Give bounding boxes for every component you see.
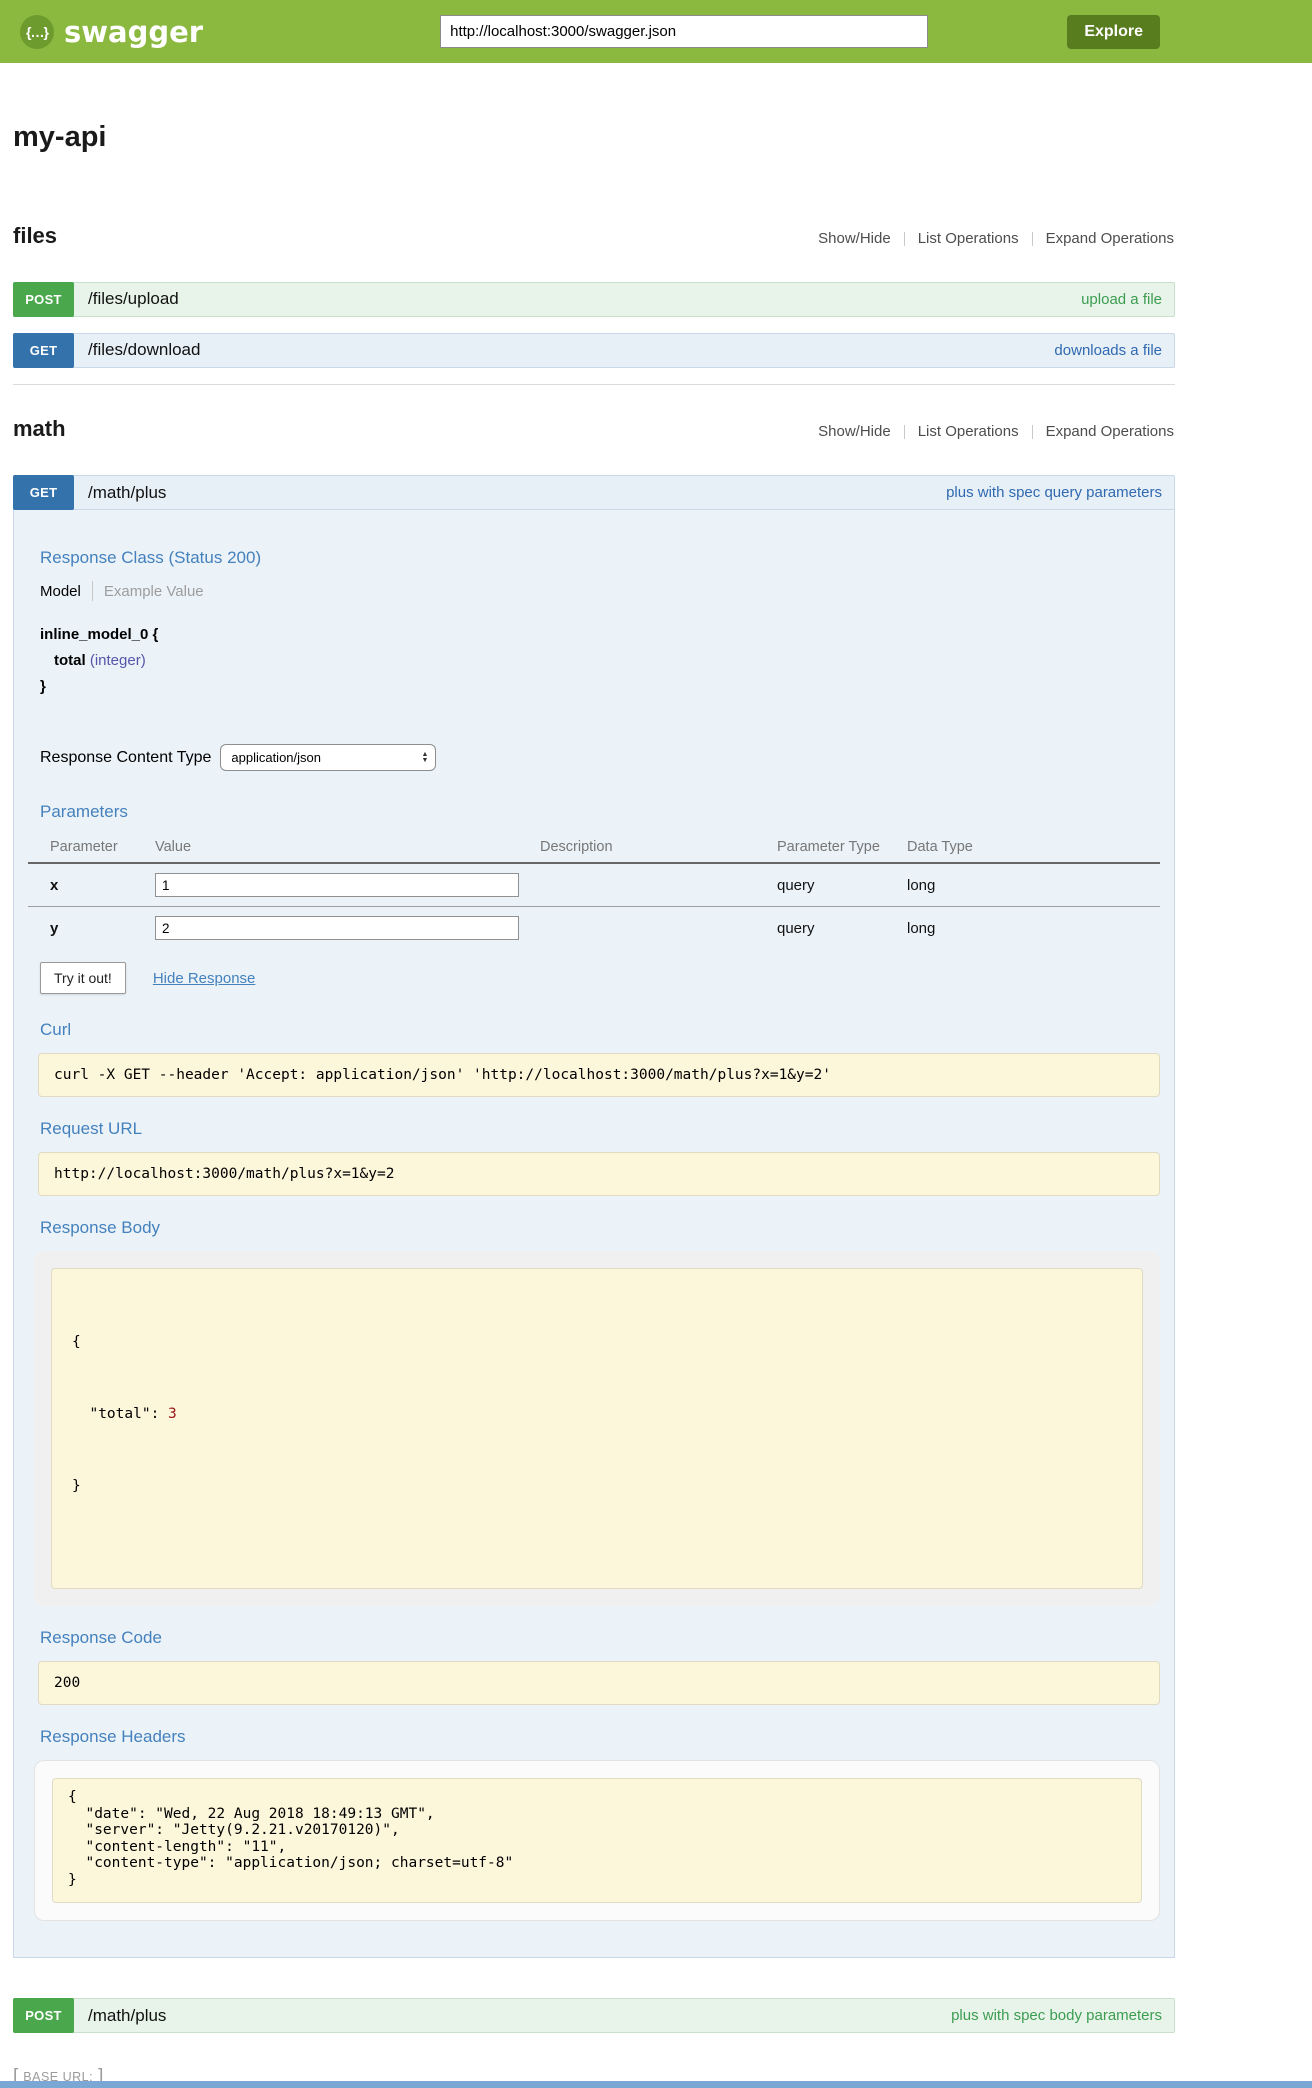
tab-model[interactable]: Model [40,583,81,600]
hide-response-link[interactable]: Hide Response [153,970,256,987]
parameter-description [540,907,777,950]
expand-operations-link[interactable]: Expand Operations [1032,232,1175,246]
try-it-out-button[interactable]: Try it out! [40,962,126,994]
model-close-brace: } [40,674,1160,700]
operation-row-get-math-plus[interactable]: GET /math/plus plus with spec query para… [13,475,1175,510]
model-tabs: Model Example Value [40,581,1160,601]
post-method-badge[interactable]: POST [13,1998,74,2033]
operation-row-post-math-plus[interactable]: POST /math/plus plus with spec body para… [13,1998,1175,2033]
curl-heading: Curl [40,1020,1160,1040]
response-body-json: { "total": 3 } [51,1268,1143,1589]
parameters-table: Parameter Value Description Parameter Ty… [28,835,1160,949]
operation-summary-link[interactable]: upload a file [1081,291,1174,308]
bottom-message-bar [0,2081,1312,2088]
col-header-parameter-type: Parameter Type [777,835,907,863]
logo-braces-glyph: {…} [26,24,48,40]
curl-command-block: curl -X GET --header 'Accept: applicatio… [38,1053,1160,1097]
col-header-parameter: Parameter [28,835,155,863]
response-headers-heading: Response Headers [40,1727,1160,1747]
property-type: (integer) [90,652,146,669]
tab-example-value[interactable]: Example Value [104,583,204,600]
explore-button[interactable]: Explore [1067,15,1160,49]
expand-operations-link[interactable]: Expand Operations [1032,425,1175,439]
operation-path[interactable]: /files/upload [74,289,179,309]
files-section-controls: Show/Hide List Operations Expand Operati… [805,232,1175,246]
response-code-heading: Response Code [40,1628,1160,1648]
model-open-brace: inline_model_0 { [40,622,1160,648]
response-content-type-select[interactable]: application/json ▲▼ [220,744,436,771]
math-section-header: math Show/Hide List Operations Expand Op… [13,400,1175,459]
parameters-header-row: Parameter Value Description Parameter Ty… [28,835,1160,863]
response-headers-container: { "date": "Wed, 22 Aug 2018 18:49:13 GMT… [34,1760,1160,1921]
response-headers-block: { "date": "Wed, 22 Aug 2018 18:49:13 GMT… [52,1778,1142,1903]
parameter-data-type: long [907,907,1160,950]
section-files: files Show/Hide List Operations Expand O… [13,207,1175,368]
col-header-data-type: Data Type [907,835,1160,863]
parameter-y-input[interactable] [155,916,519,940]
parameter-data-type: long [907,863,1160,907]
operation-summary-link[interactable]: downloads a file [1054,342,1174,359]
section-math: math Show/Hide List Operations Expand Op… [13,400,1175,2034]
top-bar: {…} swagger Explore [0,0,1312,63]
try-row: Try it out! Hide Response [40,962,1160,994]
post-method-badge[interactable]: POST [13,282,74,317]
json-open-brace: { [72,1330,1127,1354]
files-section-header: files Show/Hide List Operations Expand O… [13,207,1175,266]
response-class-heading: Response Class (Status 200) [40,548,1160,568]
tab-separator [92,581,93,601]
response-body-container: { "total": 3 } [34,1251,1160,1606]
parameter-name: y [28,907,155,950]
json-number-value: 3 [168,1406,177,1422]
response-content-type-label: Response Content Type [40,749,211,767]
request-url-block: http://localhost:3000/math/plus?x=1&y=2 [38,1152,1160,1196]
list-operations-link[interactable]: List Operations [904,425,1032,439]
operation-summary-link[interactable]: plus with spec query parameters [946,484,1174,501]
request-url-heading: Request URL [40,1119,1160,1139]
parameters-heading: Parameters [40,802,1160,822]
main-content: my-api files Show/Hide List Operations E… [13,123,1175,2033]
col-header-description: Description [540,835,777,863]
swagger-logo-icon: {…} [20,15,54,49]
operation-row-get-files-download[interactable]: GET /files/download downloads a file [13,333,1175,368]
property-name: total [54,652,86,669]
operation-detail-panel: Response Class (Status 200) Model Exampl… [13,510,1175,1958]
parameter-type: query [777,907,907,950]
operation-row-post-files-upload[interactable]: POST /files/upload upload a file [13,282,1175,317]
operation-path[interactable]: /math/plus [74,483,166,503]
response-body-heading: Response Body [40,1218,1160,1238]
json-close-brace: } [72,1474,1127,1498]
model-property: total (integer) [40,648,1160,674]
operation-path[interactable]: /files/download [74,340,200,360]
operation-get-math-plus: GET /math/plus plus with spec query para… [13,475,1175,1958]
list-operations-link[interactable]: List Operations [904,232,1032,246]
math-section-title: math [13,418,66,440]
page-title: my-api [13,123,1175,152]
math-section-controls: Show/Hide List Operations Expand Operati… [805,425,1175,439]
parameter-row-x: x query long [28,863,1160,907]
section-divider [13,384,1175,385]
get-method-badge[interactable]: GET [13,333,74,368]
brand-title: swagger [64,15,203,49]
parameter-description [540,863,777,907]
show-hide-link[interactable]: Show/Hide [805,232,904,246]
get-method-badge[interactable]: GET [13,475,74,510]
parameter-x-input[interactable] [155,873,519,897]
select-arrows-icon: ▲▼ [421,752,428,764]
operation-summary-link[interactable]: plus with spec body parameters [951,2007,1174,2024]
response-content-type-row: Response Content Type application/json ▲… [40,744,1160,771]
spec-url-input[interactable] [440,15,928,48]
operation-path[interactable]: /math/plus [74,2006,166,2026]
parameter-row-y: y query long [28,907,1160,950]
files-section-title: files [13,225,57,247]
show-hide-link[interactable]: Show/Hide [805,425,904,439]
response-code-block: 200 [38,1661,1160,1705]
selected-content-type: application/json [231,750,321,765]
model-signature: inline_model_0 { total (integer) } [40,622,1160,700]
parameter-type: query [777,863,907,907]
col-header-value: Value [155,835,540,863]
json-total-line: "total": 3 [72,1402,1127,1426]
parameter-name: x [28,863,155,907]
